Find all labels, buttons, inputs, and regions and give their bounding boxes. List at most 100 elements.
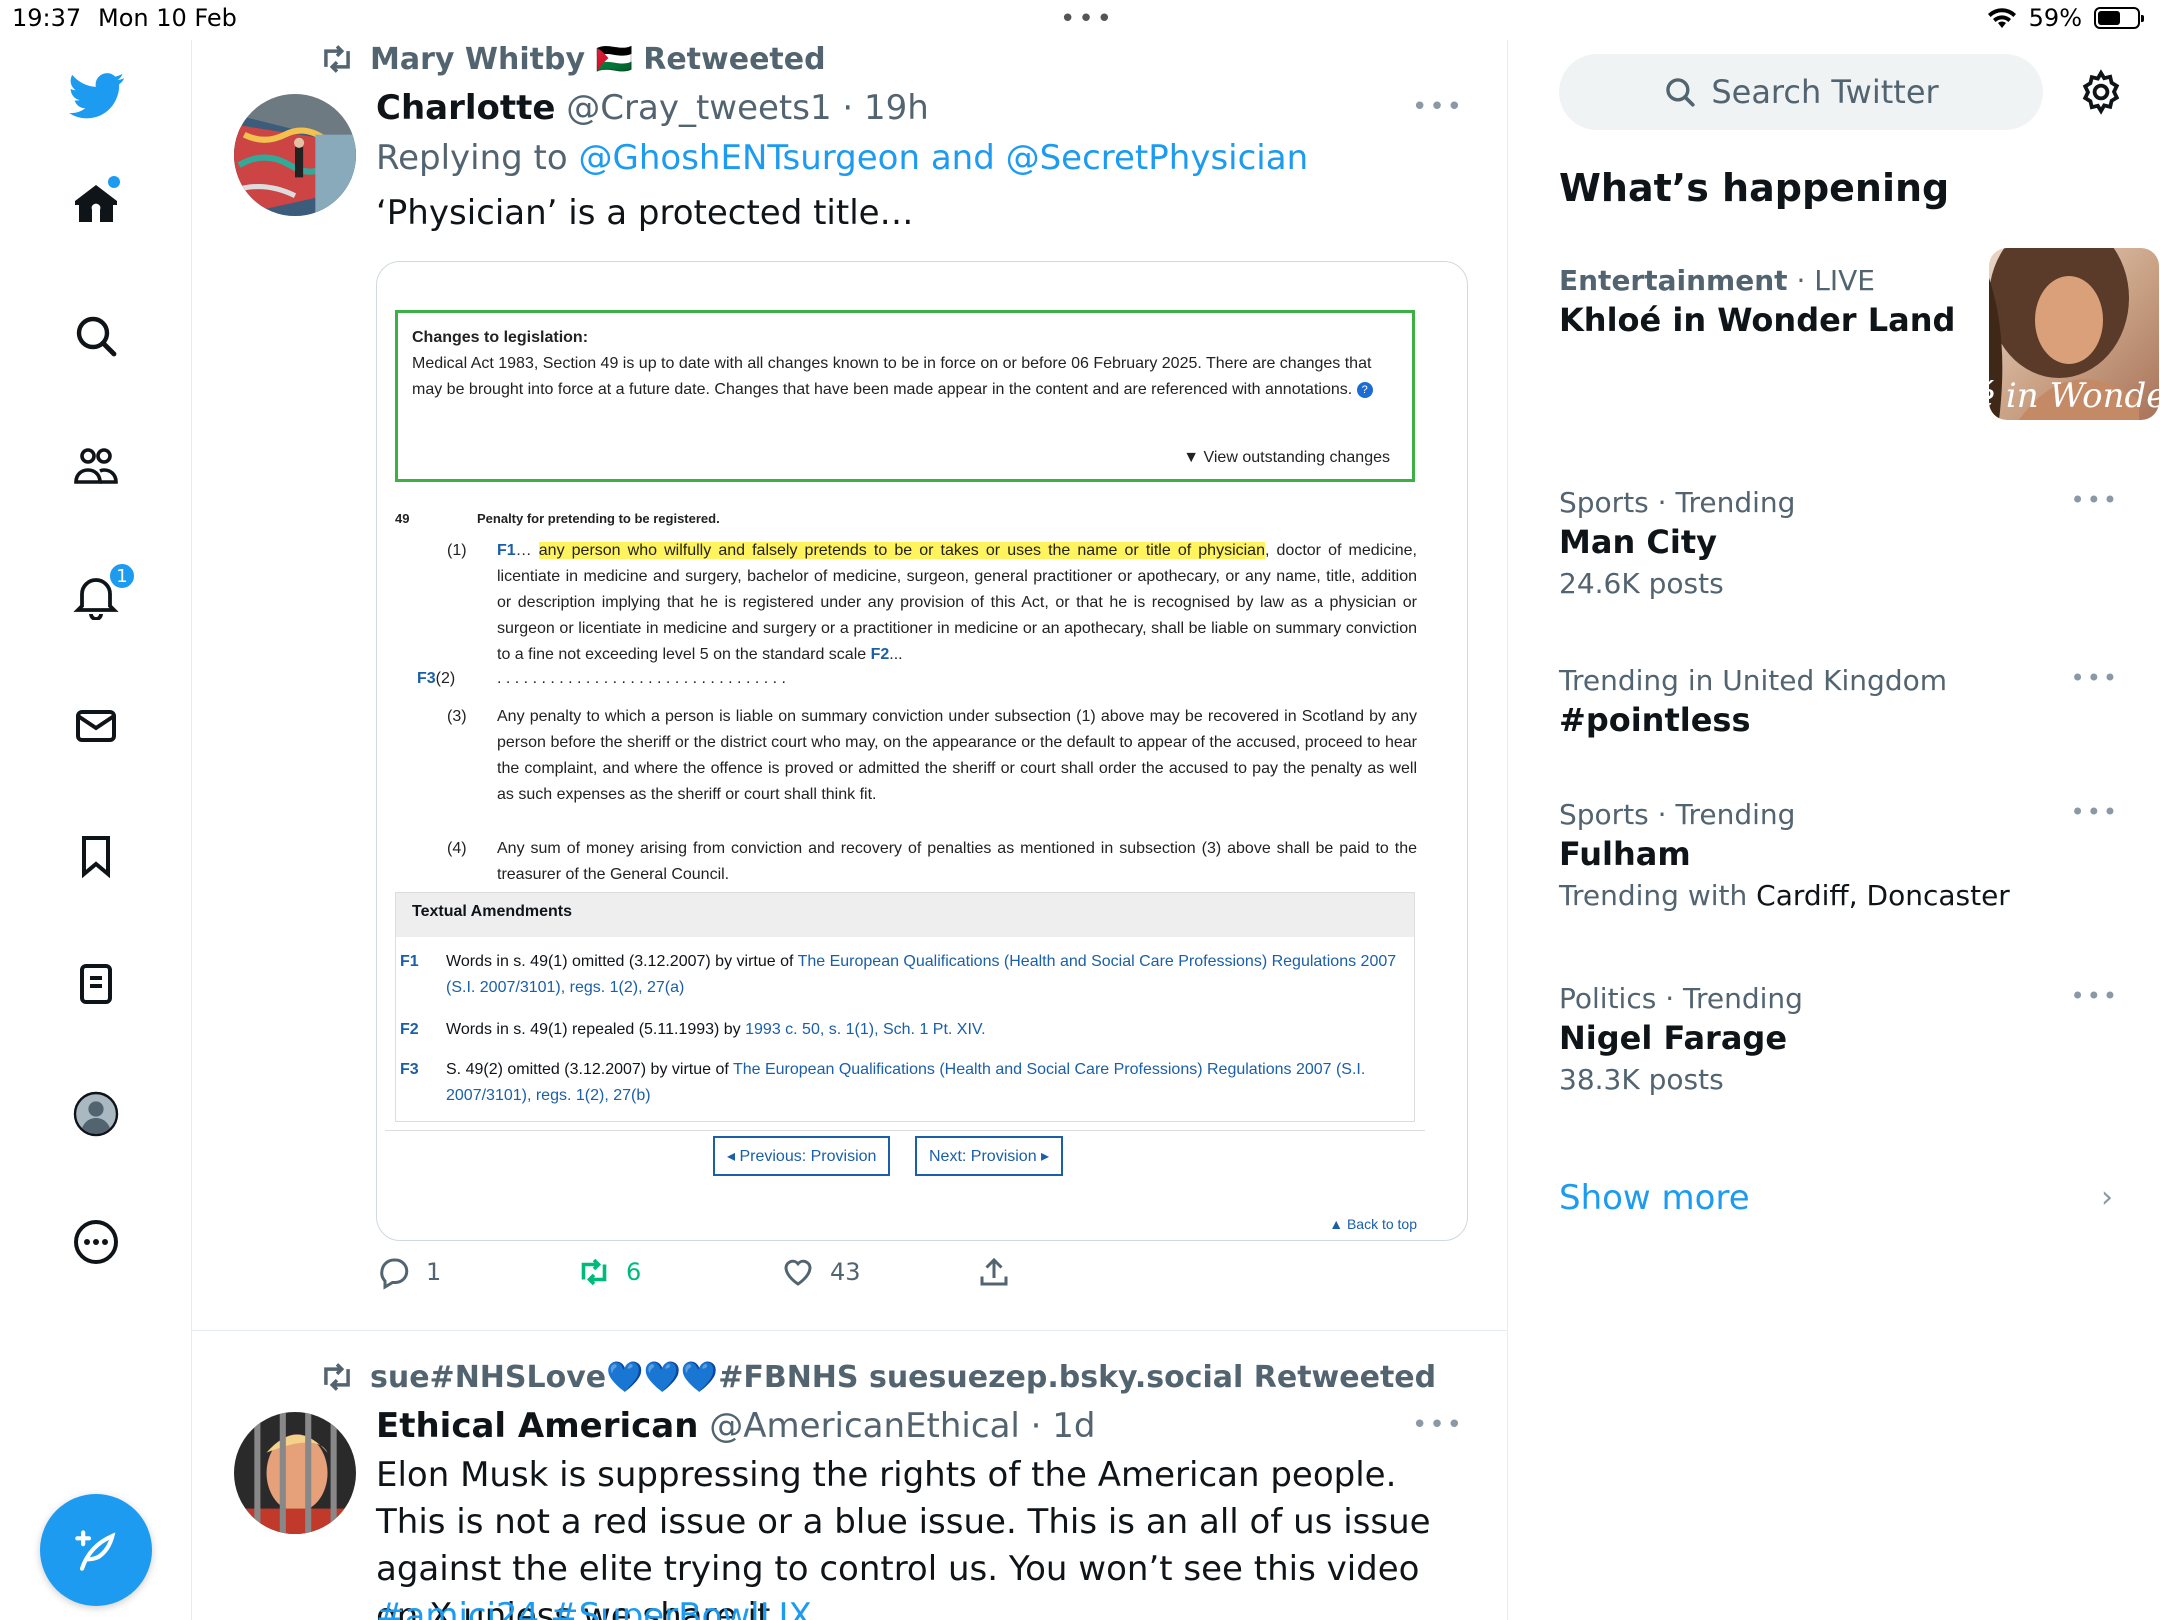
amendment-key: F2 (400, 1021, 419, 1038)
search-placeholder: Search Twitter (1711, 73, 1939, 111)
avatar[interactable] (234, 94, 356, 216)
replying-to-link[interactable]: @GhoshENTsurgeon and @SecretPhysician (579, 138, 1309, 178)
messages-icon[interactable] (70, 700, 122, 752)
author-name[interactable]: Ethical American (376, 1406, 698, 1446)
retweet-icon (581, 1258, 607, 1286)
retweet-button[interactable]: 6 (576, 1254, 641, 1290)
retweeted-by-label[interactable]: sue#NHSLove💙💙💙#FBNHS suesuezep.bsky.soci… (370, 1360, 1436, 1395)
section-number: 49 (395, 511, 410, 526)
author-name[interactable]: Charlotte (376, 88, 555, 128)
subsection-text: , doctor of medicine, licentiate in medi… (497, 542, 1417, 663)
chevron-right-icon: › (2101, 1180, 2113, 1215)
trend-category: Entertainment (1559, 264, 1788, 297)
tweet-header: Ethical American @AmericanEthical · 1d (376, 1406, 1095, 1446)
battery-icon (2094, 7, 2144, 29)
trend-item[interactable]: Entertainment · LIVE Khloé in Wonder Lan… (1559, 248, 2159, 420)
footnote-ref: F1 (497, 542, 516, 559)
tweet-more-icon[interactable]: ••• (1412, 1410, 1464, 1440)
trend-image-caption: é in Wonder L (1989, 376, 2159, 416)
subsection-3: (3) Any penalty to which a person is lia… (447, 704, 1417, 808)
footnote-ref: F3 (417, 670, 436, 687)
more-options-icon[interactable] (70, 1216, 122, 1268)
home-icon[interactable] (70, 176, 122, 230)
trend-name: Fulham (1559, 835, 1691, 873)
footnote-ref: F2 (870, 646, 890, 663)
tweet-text: ‘Physician’ is a protected title… (376, 193, 914, 233)
trend-item[interactable]: Sports · Trending Fulham Trending with C… (1559, 798, 2119, 912)
wifi-icon (1987, 8, 2016, 28)
subsection-label: (3) (447, 708, 467, 725)
retweet-icon (324, 45, 350, 73)
trend-with-names: Cardiff, Doncaster (1756, 879, 2010, 912)
back-to-top-link: ▲ Back to top (1329, 1216, 1417, 1232)
avatar[interactable] (234, 1412, 356, 1534)
changes-text: Medical Act 1983, Section 49 is up to da… (412, 355, 1372, 398)
twitter-logo-icon[interactable] (68, 66, 126, 124)
trend-meta: · LIVE (1787, 264, 1875, 297)
status-date: Mon 10 Feb (98, 4, 237, 32)
info-icon: ? (1356, 381, 1373, 398)
reply-button[interactable]: 1 (376, 1254, 441, 1290)
tweet-divider (192, 1330, 1507, 1331)
changes-heading: Changes to legislation: (412, 329, 589, 346)
settings-gear-icon[interactable] (2077, 68, 2125, 116)
search-input[interactable]: Search Twitter (1559, 54, 2043, 130)
timeline-feed: Mary Whitby 🇵🇸 Retweeted Charlotte @Cray… (192, 40, 1508, 1620)
trend-more-icon[interactable]: ••• (2071, 664, 2119, 692)
trend-more-icon[interactable]: ••• (2071, 798, 2119, 826)
previous-provision-button: ◂ Previous: Provision (713, 1136, 891, 1176)
subsection-label: (4) (447, 840, 467, 857)
retweet-icon (324, 1363, 350, 1391)
like-count: 43 (830, 1258, 861, 1286)
share-button[interactable] (976, 1254, 1012, 1290)
lists-icon[interactable] (70, 958, 122, 1010)
trend-item[interactable]: Trending in United Kingdom #pointless ••… (1559, 664, 2119, 739)
trend-item[interactable]: Sports · Trending Man City 24.6K posts •… (1559, 486, 2119, 600)
retweet-context: Mary Whitby 🇵🇸 Retweeted (318, 40, 826, 78)
trend-more-icon[interactable]: ••• (2071, 486, 2119, 514)
amendment-text: Words in s. 49(1) omitted (3.12.2007) by… (446, 953, 798, 970)
section-title: Penalty for pretending to be registered. (477, 511, 720, 526)
trend-name: #pointless (1559, 701, 1751, 739)
trend-thumbnail[interactable]: é in Wonder L (1989, 248, 2159, 420)
subsection-text: Any penalty to which a person is liable … (497, 708, 1417, 803)
trend-category: Trending in United Kingdom (1559, 664, 1947, 697)
amendment-text: Words in s. 49(1) repealed (5.11.1993) b… (446, 1021, 746, 1038)
heart-icon (784, 1259, 812, 1286)
notifications-bell-icon[interactable]: 1 (70, 562, 136, 622)
compose-feather-icon (75, 1530, 116, 1571)
amendment-link: 1993 c. 50, s. 1(1), Sch. 1 Pt. XIV. (745, 1021, 986, 1038)
search-icon (1666, 78, 1695, 107)
retweet-context: sue#NHSLove💙💙💙#FBNHS suesuezep.bsky.soci… (318, 1358, 1436, 1396)
status-time: 19:37 (12, 4, 82, 32)
tweet-more-icon[interactable]: ••• (1412, 92, 1464, 122)
replying-to: Replying to @GhoshENTsurgeon and @Secret… (376, 138, 1308, 178)
explore-search-icon[interactable] (70, 310, 122, 362)
replying-prefix: Replying to (376, 138, 579, 178)
textual-amendments: Textual Amendments F1 Words in s. 49(1) … (395, 892, 1415, 1122)
amendment-key: F3 (400, 1061, 419, 1078)
author-handle[interactable]: @AmericanEthical · 1d (709, 1406, 1095, 1446)
subsection-text: Any sum of money arising from conviction… (497, 840, 1417, 883)
subsection-4: (4) Any sum of money arising from convic… (447, 836, 1417, 888)
trend-more-icon[interactable]: ••• (2071, 982, 2119, 1010)
trend-name: Man City (1559, 523, 1717, 561)
multitask-dots-icon[interactable]: ••• (1060, 4, 1115, 34)
retweeted-by-label[interactable]: Mary Whitby 🇵🇸 Retweeted (370, 42, 826, 77)
left-nav: 1 (0, 40, 192, 1620)
tweet-hashtags[interactable]: #amici24 #SuperBowlLIX (376, 1593, 1456, 1620)
profile-avatar-icon[interactable] (70, 1088, 122, 1140)
notifications-badge: 1 (108, 562, 136, 590)
tweet-media-image[interactable]: Changes to legislation: Medical Act 1983… (376, 261, 1468, 1241)
trend-item[interactable]: Politics · Trending Nigel Farage 38.3K p… (1559, 982, 2119, 1096)
show-more-link[interactable]: Show more (1559, 1178, 1750, 1218)
compose-tweet-button[interactable] (40, 1494, 152, 1606)
author-handle[interactable]: @Cray_tweets1 · 19h (566, 88, 929, 128)
trend-category: Politics · Trending (1559, 982, 1803, 1015)
subsection-2: F3(2) . . . . . . . . . . . . . . . . . … (417, 666, 1417, 692)
bookmarks-icon[interactable] (70, 830, 122, 882)
communities-icon[interactable] (70, 440, 122, 492)
like-button[interactable]: 43 (780, 1254, 861, 1290)
ellipsis: … (515, 542, 539, 559)
subsection-text: . . . . . . . . . . . . . . . . . . . . … (497, 670, 786, 687)
